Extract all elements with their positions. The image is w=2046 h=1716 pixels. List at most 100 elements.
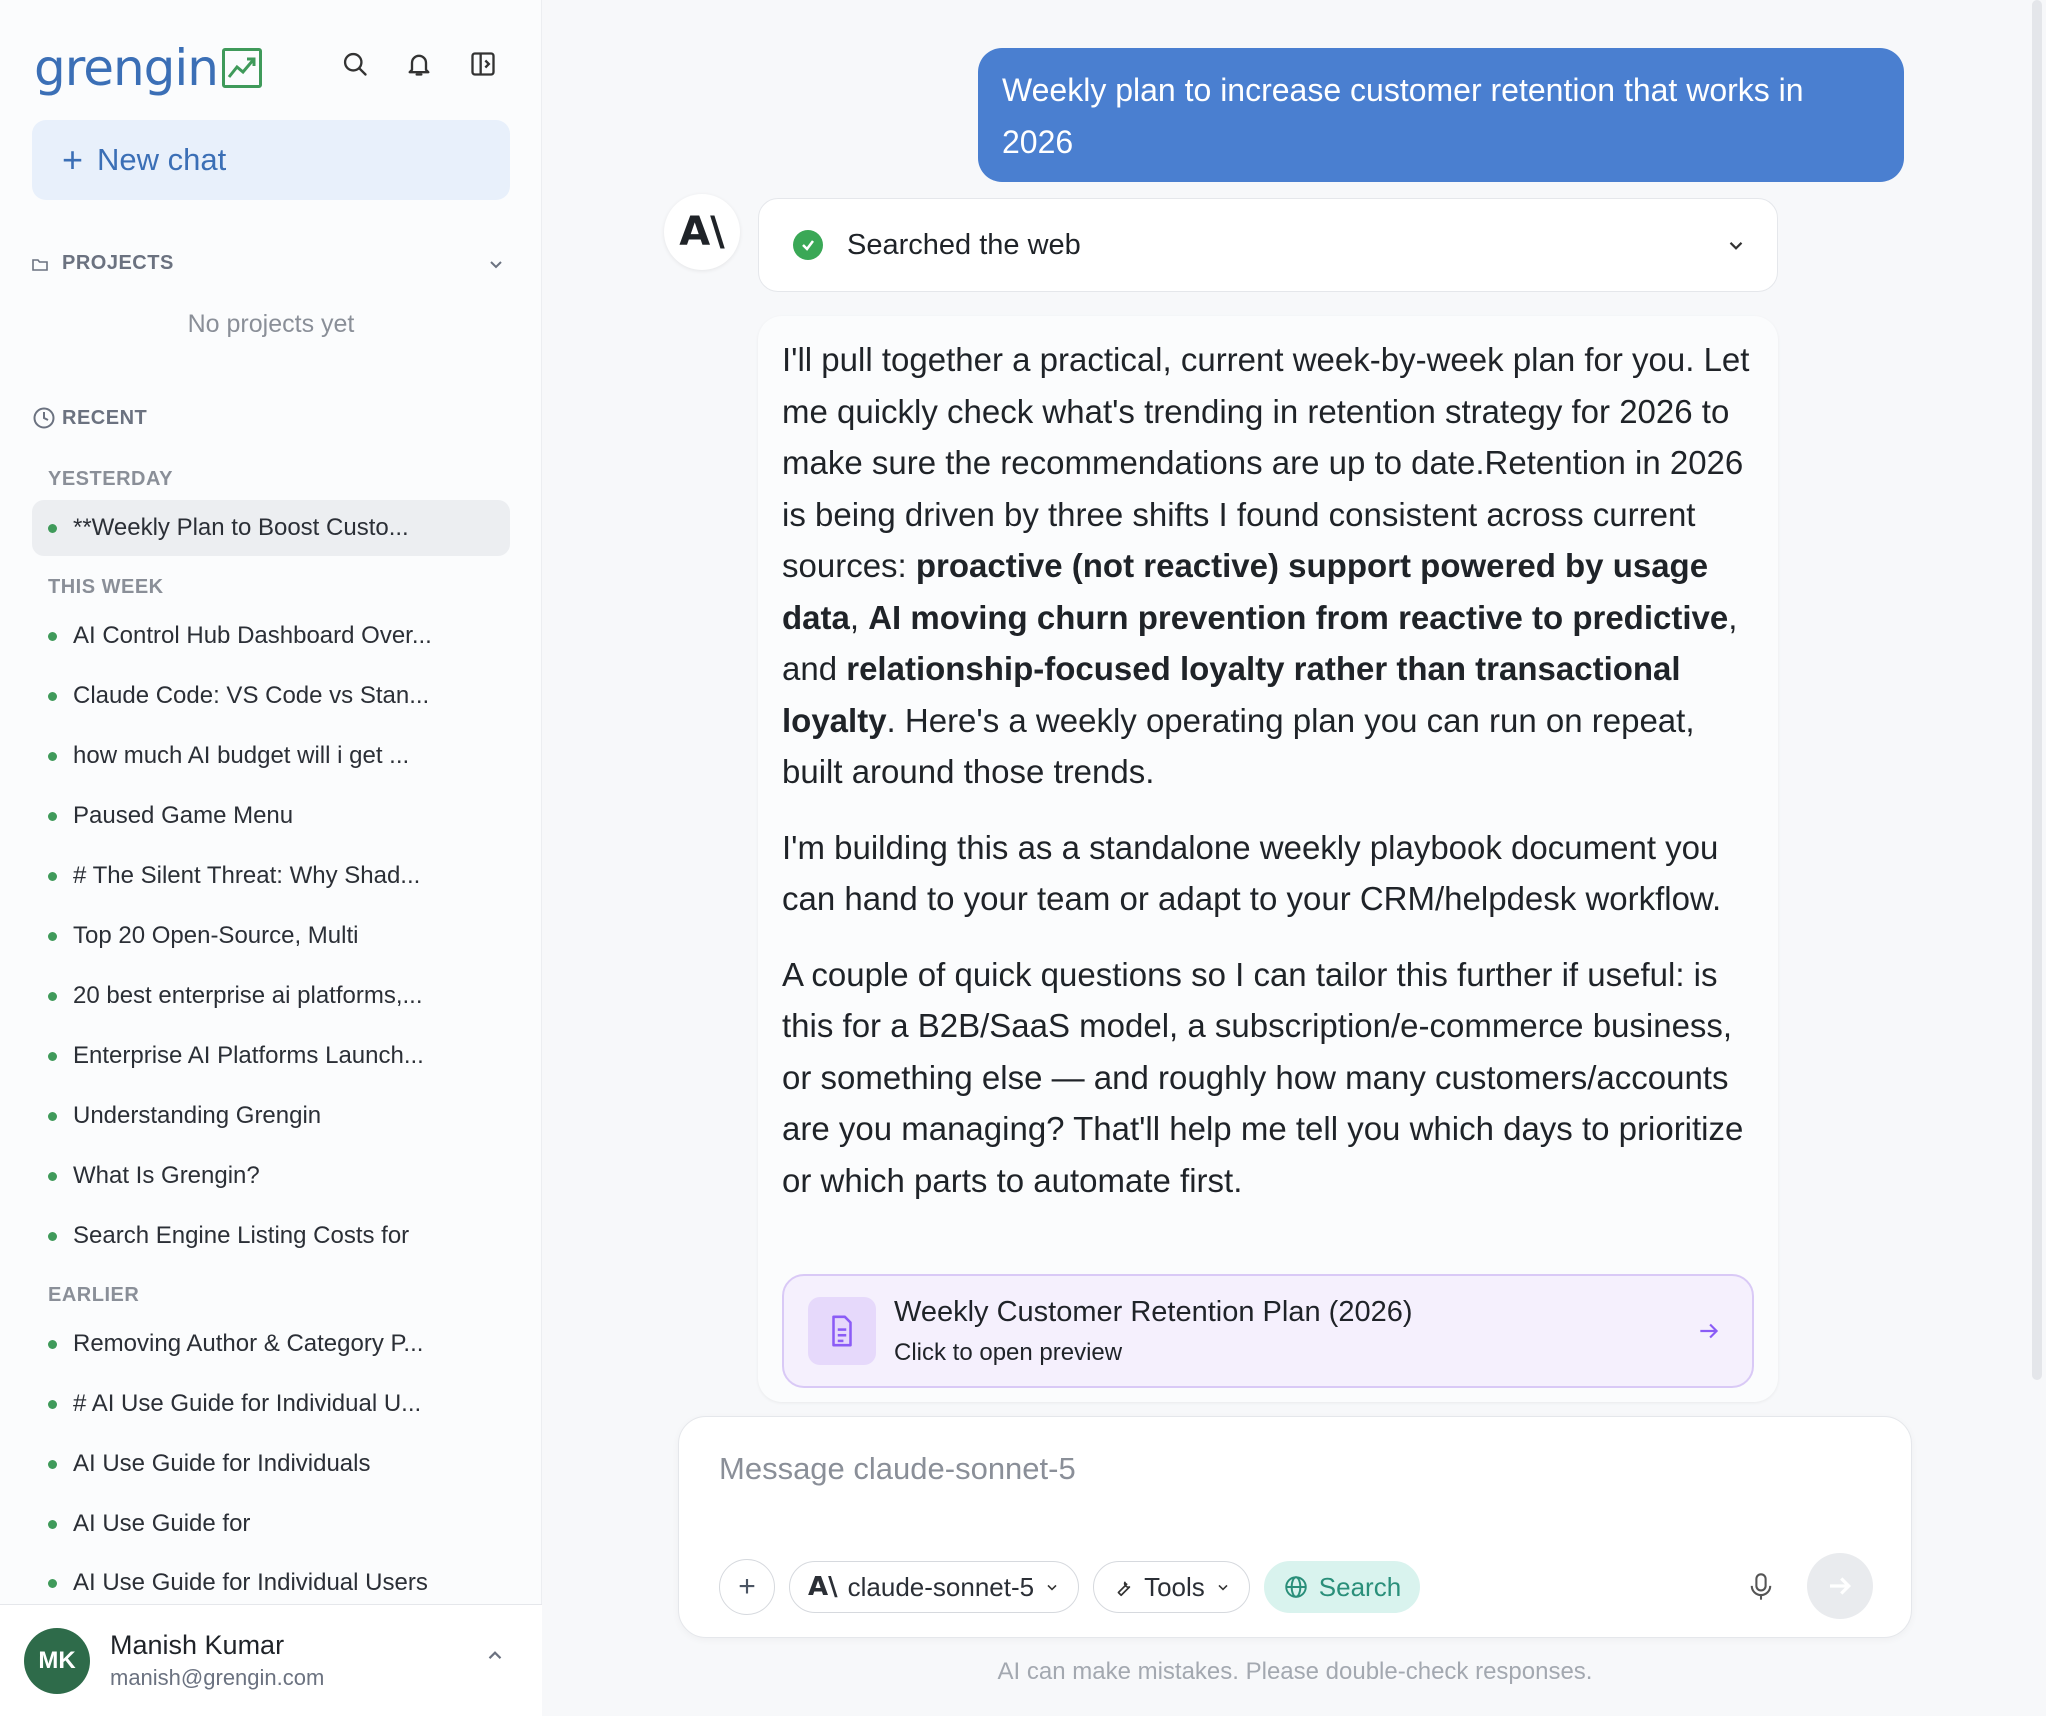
wrench-icon xyxy=(1117,1581,1131,1597)
tools-button[interactable]: Tools xyxy=(1093,1561,1250,1613)
web-search-status[interactable]: Searched the web xyxy=(758,198,1778,292)
chat-item-title: # The Silent Threat: Why Shad... xyxy=(73,862,421,889)
arrow-right-icon xyxy=(1830,1577,1852,1595)
plus-icon: + xyxy=(62,139,84,180)
status-dot xyxy=(48,1578,57,1588)
document-title: Weekly Customer Retention Plan (2026) xyxy=(894,1295,1413,1328)
document-icon xyxy=(808,1297,876,1365)
chat-item[interactable]: Claude Code: VS Code vs Stan... xyxy=(32,668,510,724)
chevron-up-icon[interactable] xyxy=(484,1645,506,1667)
chat-item[interactable]: AI Use Guide for Individuals xyxy=(32,1436,510,1492)
chat-item[interactable]: AI Use Guide for Individual Users xyxy=(32,1555,510,1611)
user-name: Manish Kumar xyxy=(110,1630,285,1660)
chat-item[interactable]: Enterprise AI Platforms Launch... xyxy=(32,1028,510,1084)
chat-item[interactable]: **Weekly Plan to Boost Custo... xyxy=(32,500,510,556)
microphone-icon[interactable] xyxy=(1737,1563,1785,1611)
new-chat-label: New chat xyxy=(97,142,227,177)
chevron-down-icon xyxy=(1729,242,1743,250)
chevron-down-icon xyxy=(1218,1584,1228,1591)
no-projects-text: No projects yet xyxy=(187,310,355,338)
chat-item[interactable]: Search Engine Listing Costs for xyxy=(32,1208,510,1264)
chat-item[interactable]: What Is Grengin? xyxy=(32,1148,510,1204)
status-dot xyxy=(48,991,57,1001)
chat-item-title: how much AI budget will i get ... xyxy=(73,742,410,769)
chat-item-title: **Weekly Plan to Boost Custo... xyxy=(73,514,409,541)
collapse-sidebar-icon[interactable] xyxy=(467,48,499,80)
globe-icon xyxy=(1285,1576,1307,1598)
status-dot xyxy=(48,1171,57,1181)
model-selector[interactable]: A\ claude-sonnet-5 xyxy=(789,1561,1080,1613)
chat-item[interactable]: # The Silent Threat: Why Shad... xyxy=(32,848,510,904)
projects-label: PROJECTS xyxy=(62,252,174,274)
chat-item-title: AI Use Guide for xyxy=(73,1510,251,1537)
chat-item-title: What Is Grengin? xyxy=(73,1162,260,1189)
check-icon xyxy=(793,230,823,260)
status-dot xyxy=(48,1231,57,1241)
scrollbar-thumb[interactable] xyxy=(2032,0,2042,1380)
text-run: . Here's a weekly operating plan you can… xyxy=(782,701,1695,791)
status-dot xyxy=(48,691,57,701)
user-info: Manish Kumar manish@grengin.com xyxy=(110,1630,324,1691)
status-dot xyxy=(48,1459,57,1469)
status-dot xyxy=(48,1111,57,1121)
status-dot xyxy=(48,1399,57,1409)
status-dot xyxy=(48,931,57,941)
bell-icon[interactable] xyxy=(403,48,435,80)
folder-icon xyxy=(32,258,48,271)
chat-item[interactable]: Paused Game Menu xyxy=(32,788,510,844)
chat-item-title: Removing Author & Category P... xyxy=(73,1330,424,1357)
document-subtitle: Click to open preview xyxy=(894,1338,1123,1366)
send-button[interactable] xyxy=(1807,1553,1873,1619)
bold-run: AI moving churn prevention from reactive… xyxy=(868,598,1729,636)
group-label-this-week: THIS WEEK xyxy=(48,576,164,598)
attach-button[interactable]: + xyxy=(719,1559,775,1615)
status-dot xyxy=(48,751,57,761)
chat-item-title: Understanding Grengin xyxy=(73,1102,322,1129)
document-preview-card[interactable]: Weekly Customer Retention Plan (2026) Cl… xyxy=(782,1274,1754,1388)
logo[interactable]: grengin xyxy=(34,38,262,98)
chat-item-title: AI Use Guide for Individuals xyxy=(73,1450,371,1477)
scrollbar[interactable] xyxy=(2028,0,2046,1716)
group-label-earlier: EARLIER xyxy=(48,1284,140,1306)
clock-icon xyxy=(33,407,55,429)
chat-item[interactable]: AI Use Guide for xyxy=(32,1496,510,1552)
search-icon[interactable] xyxy=(339,48,371,80)
chevron-down-icon xyxy=(1047,1584,1057,1591)
chevron-down-icon xyxy=(490,260,502,268)
projects-header[interactable]: PROJECTS xyxy=(32,252,506,275)
chat-item[interactable]: # AI Use Guide for Individual U... xyxy=(32,1376,510,1432)
assistant-message: I'll pull together a practical, current … xyxy=(758,316,1778,1402)
document-text: Weekly Customer Retention Plan (2026) Cl… xyxy=(894,1296,1696,1367)
status-dot xyxy=(48,871,57,881)
message-input[interactable] xyxy=(719,1451,1819,1487)
status-dot xyxy=(48,1519,57,1529)
chat-item[interactable]: Understanding Grengin xyxy=(32,1088,510,1144)
tools-label: Tools xyxy=(1144,1571,1205,1602)
answer-paragraph: A couple of quick questions so I can tai… xyxy=(782,955,1744,1199)
logo-chart-icon xyxy=(221,48,262,88)
sidebar: grengin + New chat PROJECTS No projects … xyxy=(0,0,542,1716)
chat-item[interactable]: Top 20 Open-Source, Multi xyxy=(32,908,510,964)
chat-item-title: Claude Code: VS Code vs Stan... xyxy=(73,682,430,709)
user-profile-card[interactable]: MK Manish Kumar manish@grengin.com xyxy=(0,1604,542,1716)
chat-item-title: Paused Game Menu xyxy=(73,802,294,829)
chat-item[interactable]: 20 best enterprise ai platforms,... xyxy=(32,968,510,1024)
new-chat-button[interactable]: + New chat xyxy=(32,120,510,200)
search-label: Search xyxy=(1318,1571,1402,1602)
chat-item-title: AI Use Guide for Individual Users xyxy=(73,1569,428,1596)
avatar: MK xyxy=(24,1627,90,1694)
status-dot xyxy=(48,523,57,533)
recent-header: RECENT xyxy=(32,406,147,430)
logo-text: grengin xyxy=(34,39,219,97)
search-toggle[interactable]: Search xyxy=(1263,1561,1421,1613)
text-run: , xyxy=(849,598,869,636)
chat-item-title: Top 20 Open-Source, Multi xyxy=(73,922,359,949)
chat-item-title: AI Control Hub Dashboard Over... xyxy=(73,622,432,649)
user-message: Weekly plan to increase customer retenti… xyxy=(978,48,1904,182)
chat-item[interactable]: AI Control Hub Dashboard Over... xyxy=(32,608,510,664)
status-dot xyxy=(48,811,57,821)
chat-item[interactable]: Removing Author & Category P... xyxy=(32,1316,510,1372)
chat-item[interactable]: how much AI budget will i get ... xyxy=(32,728,510,784)
tool-status-label: Searched the web xyxy=(847,228,1081,261)
message-composer: + A\ claude-sonnet-5 Tools Search xyxy=(678,1416,1912,1638)
